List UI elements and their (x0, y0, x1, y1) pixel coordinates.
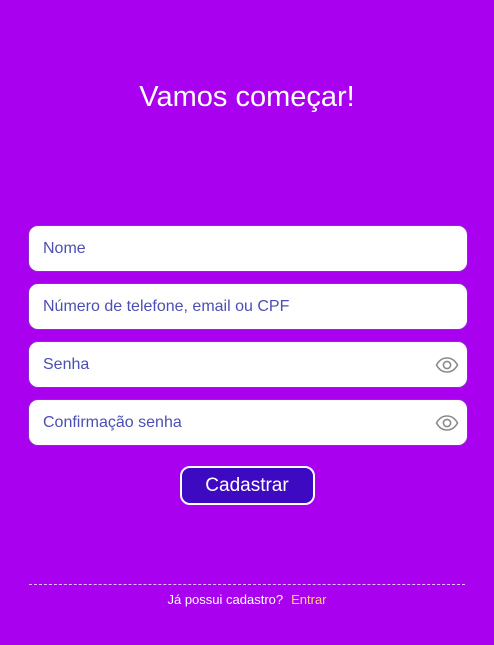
confirm-password-input[interactable] (29, 400, 467, 445)
name-field-container (28, 225, 468, 272)
eye-icon[interactable] (435, 411, 459, 435)
login-link[interactable]: Entrar (291, 592, 326, 607)
name-input[interactable] (29, 226, 467, 271)
register-button[interactable]: Cadastrar (179, 466, 315, 505)
password-input[interactable] (29, 342, 467, 387)
page-title: Vamos começar! (139, 81, 355, 113)
login-prompt: Já possui cadastro? Entrar (0, 592, 494, 608)
contact-field-container (28, 283, 468, 330)
eye-icon[interactable] (435, 353, 459, 377)
dashed-divider (29, 584, 465, 585)
signup-form (28, 225, 468, 457)
already-registered-text: Já possui cadastro? (167, 592, 284, 607)
submit-wrapper: Cadastrar (0, 466, 494, 505)
contact-input[interactable] (29, 284, 467, 329)
password-field-container (28, 341, 468, 388)
confirm-password-field-container (28, 399, 468, 446)
